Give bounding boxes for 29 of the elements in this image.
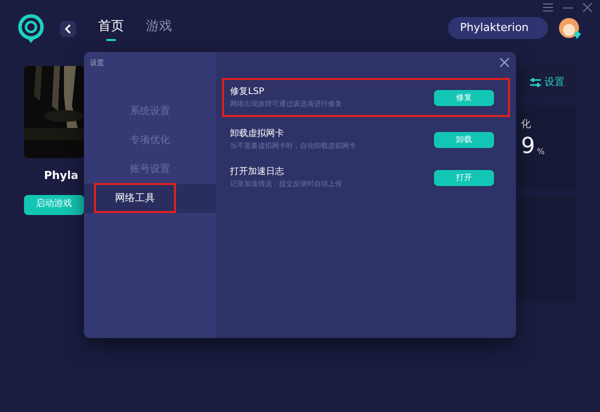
tool-button[interactable]: 修复 [434, 90, 494, 106]
back-icon [64, 24, 72, 34]
menu-icon[interactable] [543, 3, 553, 12]
close-icon[interactable] [500, 58, 509, 67]
settings-button[interactable]: 设置 [517, 66, 577, 99]
game-title: Phyla [44, 168, 78, 184]
stat-value: 9 [521, 136, 535, 158]
search-field[interactable]: Phylakterion [448, 17, 548, 39]
stat-unit: % [537, 146, 545, 158]
tool-button[interactable]: 打开 [434, 170, 494, 186]
menu-item[interactable]: 网络工具 [94, 183, 176, 213]
sliders-icon [530, 78, 540, 87]
stat-label: 化 [521, 118, 532, 132]
back-button[interactable] [60, 21, 76, 37]
close-icon[interactable] [583, 3, 592, 12]
tool-title: 打开加速日志 [230, 166, 285, 178]
minimize-icon[interactable] [563, 6, 573, 8]
menu-item[interactable]: 专项优化 [130, 132, 170, 148]
menu-item[interactable]: 系统设置 [130, 104, 170, 118]
tool-title: 修复LSP [230, 86, 266, 98]
settings-label: 设置 [544, 76, 564, 90]
logo-icon [18, 14, 44, 44]
launch-button[interactable]: 启动游戏 [24, 194, 84, 214]
menu-item[interactable]: 账号设置 [130, 162, 170, 176]
nav-tab[interactable]: 首页 [98, 17, 124, 41]
nav-tab[interactable]: 游戏 [146, 17, 172, 41]
tool-title: 卸载虚拟网卡 [230, 128, 285, 140]
tool-button[interactable]: 卸载 [434, 132, 494, 148]
avatar-icon[interactable] [558, 17, 582, 41]
